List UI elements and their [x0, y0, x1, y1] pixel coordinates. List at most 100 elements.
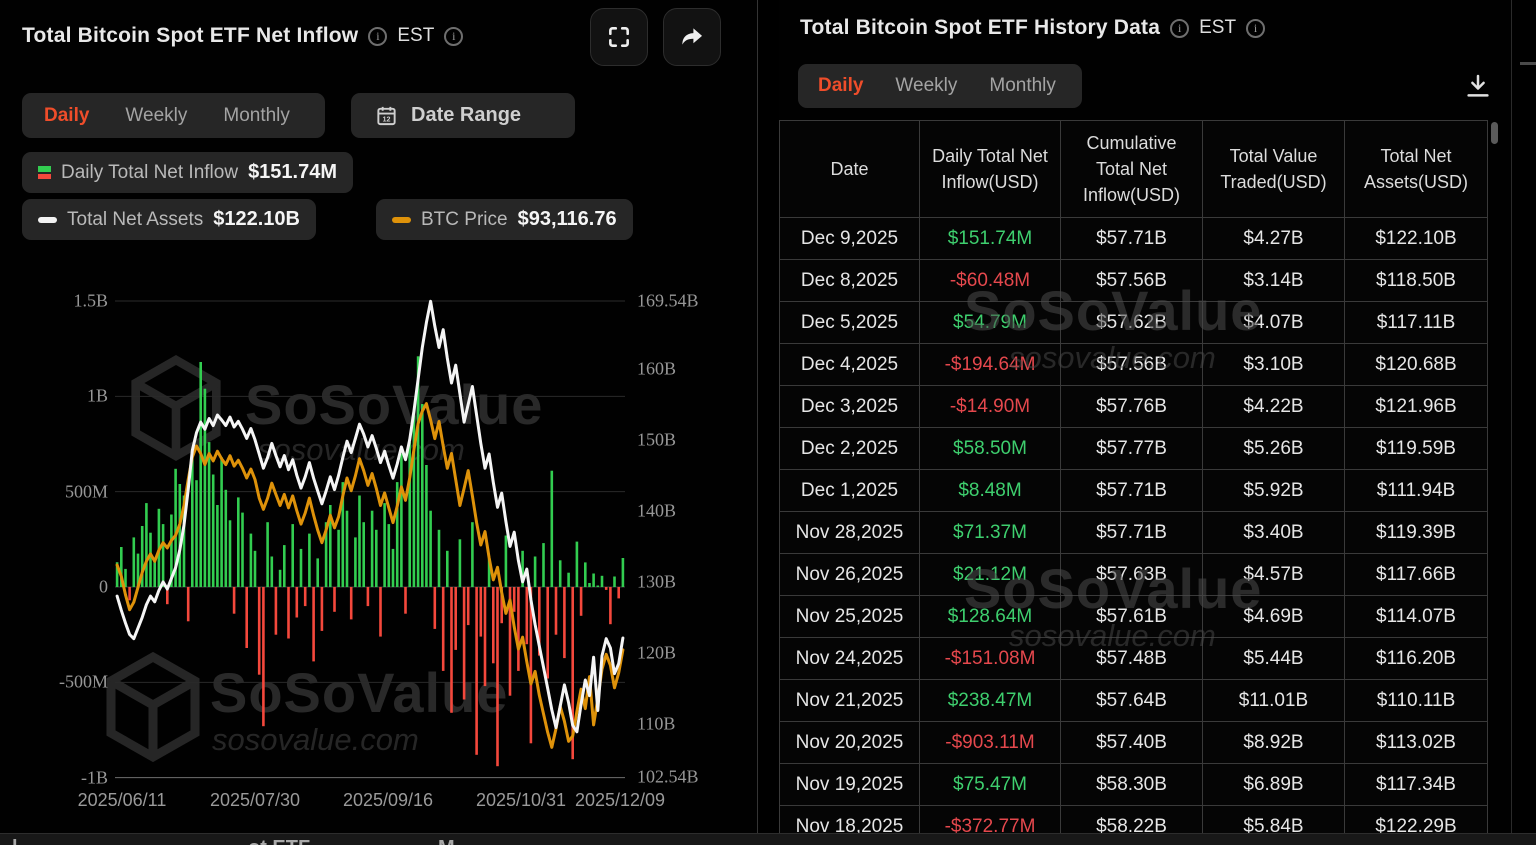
- cell-traded: $11.01B: [1203, 680, 1345, 722]
- right-axis-tick: 102.54B: [637, 767, 699, 788]
- left-axis-tick: -1B: [0, 767, 108, 788]
- cell-traded: $4.57B: [1203, 554, 1345, 596]
- table-scrollbar[interactable]: [1491, 122, 1498, 144]
- cell-inflow: -$14.90M: [920, 386, 1061, 428]
- cell-inflow: -$903.11M: [920, 722, 1061, 764]
- table-row[interactable]: Nov 28,2025$71.37M$57.71B$3.40B$119.39B: [779, 512, 1488, 554]
- table-row[interactable]: Dec 9,2025$151.74M$57.71B$4.27B$122.10B: [779, 218, 1488, 260]
- history-table: DateDaily Total Net Inflow(USD)Cumulativ…: [779, 120, 1488, 845]
- x-axis-tick: 2025/10/31: [476, 790, 566, 811]
- table-row[interactable]: Dec 1,2025$8.48M$57.71B$5.92B$111.94B: [779, 470, 1488, 512]
- right-interval-tabs: Daily Weekly Monthly: [798, 64, 1082, 108]
- cell-cumulative: $57.56B: [1061, 344, 1203, 386]
- cell-assets: $117.11B: [1345, 302, 1488, 344]
- info-icon[interactable]: i: [1246, 19, 1265, 38]
- cell-cumulative: $57.63B: [1061, 554, 1203, 596]
- table-header-cell[interactable]: Date: [779, 120, 920, 218]
- cell-inflow: -$151.08M: [920, 638, 1061, 680]
- cell-cumulative: $58.30B: [1061, 764, 1203, 806]
- right-axis-tick: 120B: [637, 642, 676, 663]
- left-axis-tick: 1.5B: [0, 291, 108, 312]
- timezone-label: EST: [1199, 17, 1236, 39]
- tab-daily[interactable]: Daily: [818, 75, 863, 97]
- cell-traded: $4.27B: [1203, 218, 1345, 260]
- table-row[interactable]: Dec 3,2025-$14.90M$57.76B$4.22B$121.96B: [779, 386, 1488, 428]
- right-panel-title: Total Bitcoin Spot ETF History Data: [800, 16, 1160, 40]
- x-axis-tick: 2025/07/30: [210, 790, 300, 811]
- table-header-row: DateDaily Total Net Inflow(USD)Cumulativ…: [779, 120, 1488, 218]
- tab-weekly[interactable]: Weekly: [895, 75, 957, 97]
- cell-cumulative: $57.77B: [1061, 428, 1203, 470]
- cell-traded: $4.22B: [1203, 386, 1345, 428]
- cell-inflow: $21.12M: [920, 554, 1061, 596]
- history-data-panel: Total Bitcoin Spot ETF History Data i ES…: [779, 0, 1511, 845]
- cell-cumulative: $57.64B: [1061, 680, 1203, 722]
- cell-date: Nov 21,2025: [779, 680, 920, 722]
- cell-date: Dec 8,2025: [779, 260, 920, 302]
- table-row[interactable]: Nov 20,2025-$903.11M$57.40B$8.92B$113.02…: [779, 722, 1488, 764]
- cell-assets: $122.10B: [1345, 218, 1488, 260]
- table-row[interactable]: Dec 5,2025$54.79M$57.62B$4.07B$117.11B: [779, 302, 1488, 344]
- table-header-cell[interactable]: Total Net Assets(USD): [1345, 120, 1488, 218]
- cell-date: Dec 1,2025: [779, 470, 920, 512]
- corner-fragment: [1520, 62, 1536, 65]
- table-row[interactable]: Nov 19,2025$75.47M$58.30B$6.89B$117.34B: [779, 764, 1488, 806]
- table-header-cell[interactable]: Daily Total Net Inflow(USD): [920, 120, 1061, 218]
- table-header-cell[interactable]: Total Value Traded(USD): [1203, 120, 1345, 218]
- cell-inflow: -$194.64M: [920, 344, 1061, 386]
- cell-traded: $5.26B: [1203, 428, 1345, 470]
- table-row[interactable]: Dec 2,2025$58.50M$57.77B$5.26B$119.59B: [779, 428, 1488, 470]
- table-row[interactable]: Dec 4,2025-$194.64M$57.56B$3.10B$120.68B: [779, 344, 1488, 386]
- cell-inflow: $151.74M: [920, 218, 1061, 260]
- cell-inflow: $8.48M: [920, 470, 1061, 512]
- cell-assets: $121.96B: [1345, 386, 1488, 428]
- cell-cumulative: $57.71B: [1061, 470, 1203, 512]
- cell-inflow: $238.47M: [920, 680, 1061, 722]
- cell-date: Nov 20,2025: [779, 722, 920, 764]
- cell-inflow: -$60.48M: [920, 260, 1061, 302]
- tab-monthly[interactable]: Monthly: [989, 75, 1056, 97]
- right-axis-tick: 150B: [637, 429, 676, 450]
- cell-cumulative: $57.71B: [1061, 218, 1203, 260]
- cell-assets: $119.59B: [1345, 428, 1488, 470]
- cell-assets: $120.68B: [1345, 344, 1488, 386]
- cell-inflow: $75.47M: [920, 764, 1061, 806]
- cell-assets: $111.94B: [1345, 470, 1488, 512]
- cell-inflow: $58.50M: [920, 428, 1061, 470]
- cell-date: Dec 2,2025: [779, 428, 920, 470]
- cell-cumulative: $57.56B: [1061, 260, 1203, 302]
- dashboard: Total Bitcoin Spot ETF Net Inflow i EST …: [0, 0, 1536, 845]
- panel-divider: [757, 0, 758, 845]
- table-row[interactable]: Nov 21,2025$238.47M$57.64B$11.01B$110.11…: [779, 680, 1488, 722]
- cell-assets: $114.07B: [1345, 596, 1488, 638]
- cell-cumulative: $57.40B: [1061, 722, 1203, 764]
- cell-traded: $4.07B: [1203, 302, 1345, 344]
- cell-traded: $6.89B: [1203, 764, 1345, 806]
- cell-inflow: $71.37M: [920, 512, 1061, 554]
- table-row[interactable]: Nov 24,2025-$151.08M$57.48B$5.44B$116.20…: [779, 638, 1488, 680]
- info-icon[interactable]: i: [1170, 19, 1189, 38]
- cell-assets: $119.39B: [1345, 512, 1488, 554]
- x-axis-tick: 2025/09/16: [343, 790, 433, 811]
- table-header-cell[interactable]: Cumulative Total Net Inflow(USD): [1061, 120, 1203, 218]
- cell-assets: $118.50B: [1345, 260, 1488, 302]
- footer-text-fragment: M: [438, 837, 455, 845]
- download-button[interactable]: [1463, 70, 1493, 107]
- left-axis-tick: -500M: [0, 672, 108, 693]
- right-axis-tick: 160B: [637, 358, 676, 379]
- table-row[interactable]: Nov 26,2025$21.12M$57.63B$4.57B$117.66B: [779, 554, 1488, 596]
- cell-cumulative: $57.61B: [1061, 596, 1203, 638]
- cell-date: Nov 25,2025: [779, 596, 920, 638]
- table-row[interactable]: Nov 25,2025$128.64M$57.61B$4.69B$114.07B: [779, 596, 1488, 638]
- cell-inflow: $54.79M: [920, 302, 1061, 344]
- cell-cumulative: $57.76B: [1061, 386, 1203, 428]
- x-axis-tick: 2025/06/11: [78, 790, 167, 811]
- cell-traded: $3.14B: [1203, 260, 1345, 302]
- cell-traded: $3.10B: [1203, 344, 1345, 386]
- cell-assets: $116.20B: [1345, 638, 1488, 680]
- right-axis-tick: 169.54B: [637, 291, 699, 312]
- cell-traded: $5.92B: [1203, 470, 1345, 512]
- cell-assets: $117.34B: [1345, 764, 1488, 806]
- table-row[interactable]: Dec 8,2025-$60.48M$57.56B$3.14B$118.50B: [779, 260, 1488, 302]
- download-icon: [1463, 70, 1493, 102]
